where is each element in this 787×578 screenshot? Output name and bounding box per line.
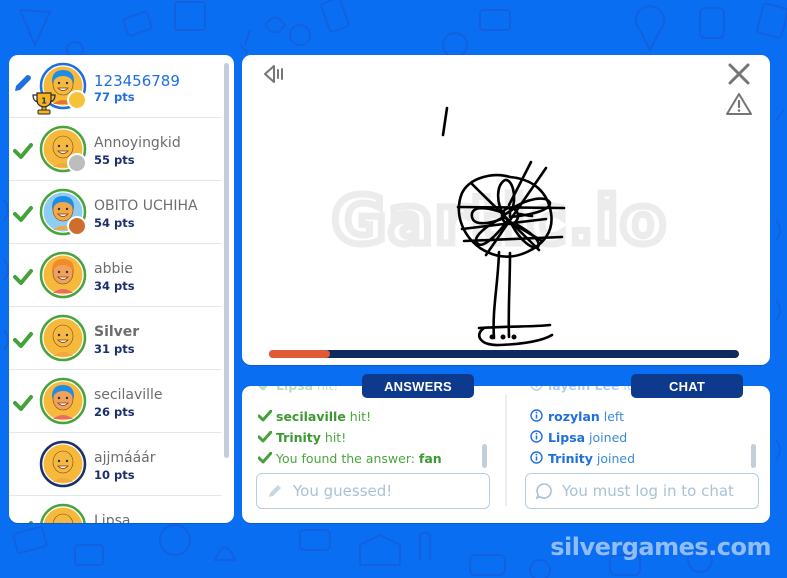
tab-chat[interactable]: CHAT [631,374,743,398]
answer-message: Trinity hit! [257,430,347,445]
round-timer-bar [269,350,739,358]
chat-input[interactable] [562,482,752,500]
message-text: joined [592,451,636,466]
answer-message: You found the answer: fan [257,451,442,466]
message-user: Trinity [276,430,321,445]
chat-message: layein Lee left [530,386,644,393]
chat-section: layein Lee leftrozylan leftLipsa joinedT… [510,386,770,523]
player-points: 31 pts [94,342,135,356]
close-icon[interactable] [727,62,751,86]
player-row[interactable]: 1 123456789 77 pts [9,55,221,118]
check-icon [12,329,34,351]
check-icon [12,266,34,288]
player-points: 34 pts [94,279,135,293]
message-text: You found the answer: [276,451,419,466]
tab-answers[interactable]: ANSWERS [362,374,474,398]
player-row[interactable]: Annoyingkid 55 pts [9,118,221,181]
answers-scrollbar[interactable] [482,444,487,468]
players-scrollbar[interactable] [224,63,229,458]
chat-input-box[interactable] [525,473,759,509]
check-icon [257,451,273,464]
player-name: Annoyingkid [94,135,181,151]
player-row[interactable]: secilaville 26 pts [9,370,221,433]
message-user: Lipsa [276,386,313,393]
avatar [39,251,87,299]
player-row[interactable]: Silver 31 pts [9,307,221,370]
answers-chat-panel: Lipsa hit!secilaville hit!Trinity hit!Yo… [242,386,770,523]
guess-input-box[interactable] [256,473,490,509]
info-icon [530,409,544,422]
player-row[interactable]: Lipsa [9,496,221,523]
check-icon [12,518,34,523]
avatar [39,377,87,425]
column-divider [505,394,507,506]
message-user: rozylan [548,409,600,424]
chat-message: Trinity joined [530,451,635,466]
message-user: fan [418,451,442,466]
check-icon [12,392,34,414]
player-points: 10 pts [94,468,135,482]
avatar [39,440,87,488]
player-name: abbie [94,261,133,277]
message-user: layein Lee [548,386,619,393]
player-row[interactable]: ajjmááár 10 pts [9,433,221,496]
trophy-icon: 1 [32,92,56,115]
site-brand-logo: silvergames.com [550,533,771,561]
players-panel: 1 123456789 77 pts Annoyingkid 55 pts OBITO U… [9,55,234,523]
pencil-icon [269,485,281,497]
message-user: secilaville [276,409,346,424]
player-row[interactable]: OBITO UCHIHA 54 pts [9,181,221,244]
avatar [40,503,86,523]
drawing-canvas[interactable]: Gartic.io [242,55,770,365]
info-icon [530,451,544,464]
player-points: 26 pts [94,405,135,419]
player-name: secilaville [94,387,163,403]
answer-message: secilaville hit! [257,409,372,424]
info-icon [530,430,544,443]
player-name: Lipsa [94,513,131,523]
answer-message: Lipsa hit! [257,386,338,393]
avatar [39,188,87,236]
message-user: Lipsa [548,430,586,445]
player-points: 55 pts [94,153,135,167]
player-name: ajjmááár [94,450,156,466]
message-text: left [599,409,625,424]
player-name: Silver [94,324,140,340]
guess-input[interactable] [293,482,483,500]
player-points: 54 pts [94,216,135,230]
check-icon [12,203,34,225]
drawing-board[interactable]: Gartic.io [242,55,770,365]
chat-message: Lipsa joined [530,430,627,445]
message-user: Trinity [548,451,593,466]
answers-section: Lipsa hit!secilaville hit!Trinity hit!Yo… [242,386,504,523]
player-row[interactable]: abbie 34 pts [9,244,221,307]
player-name: 123456789 [94,72,180,90]
check-icon [257,409,273,422]
status-placeholder [12,455,34,477]
chat-bubble-icon [535,483,552,500]
check-icon [257,430,273,443]
message-text: hit! [313,386,338,393]
message-text: joined [585,430,628,445]
check-icon [257,386,272,391]
speaker-icon[interactable] [262,62,292,86]
player-points: 77 pts [94,90,135,104]
chat-message: rozylan left [530,409,624,424]
message-text: hit! [345,409,372,424]
message-text: hit! [320,430,347,445]
round-timer-fill [269,350,331,358]
svg-text:1: 1 [41,97,47,106]
avatar [39,314,87,362]
check-icon [12,140,34,162]
chat-scrollbar[interactable] [751,444,756,468]
avatar [39,125,87,173]
player-name: OBITO UCHIHA [94,198,198,214]
warning-icon[interactable] [725,92,753,116]
info-icon [530,386,544,391]
